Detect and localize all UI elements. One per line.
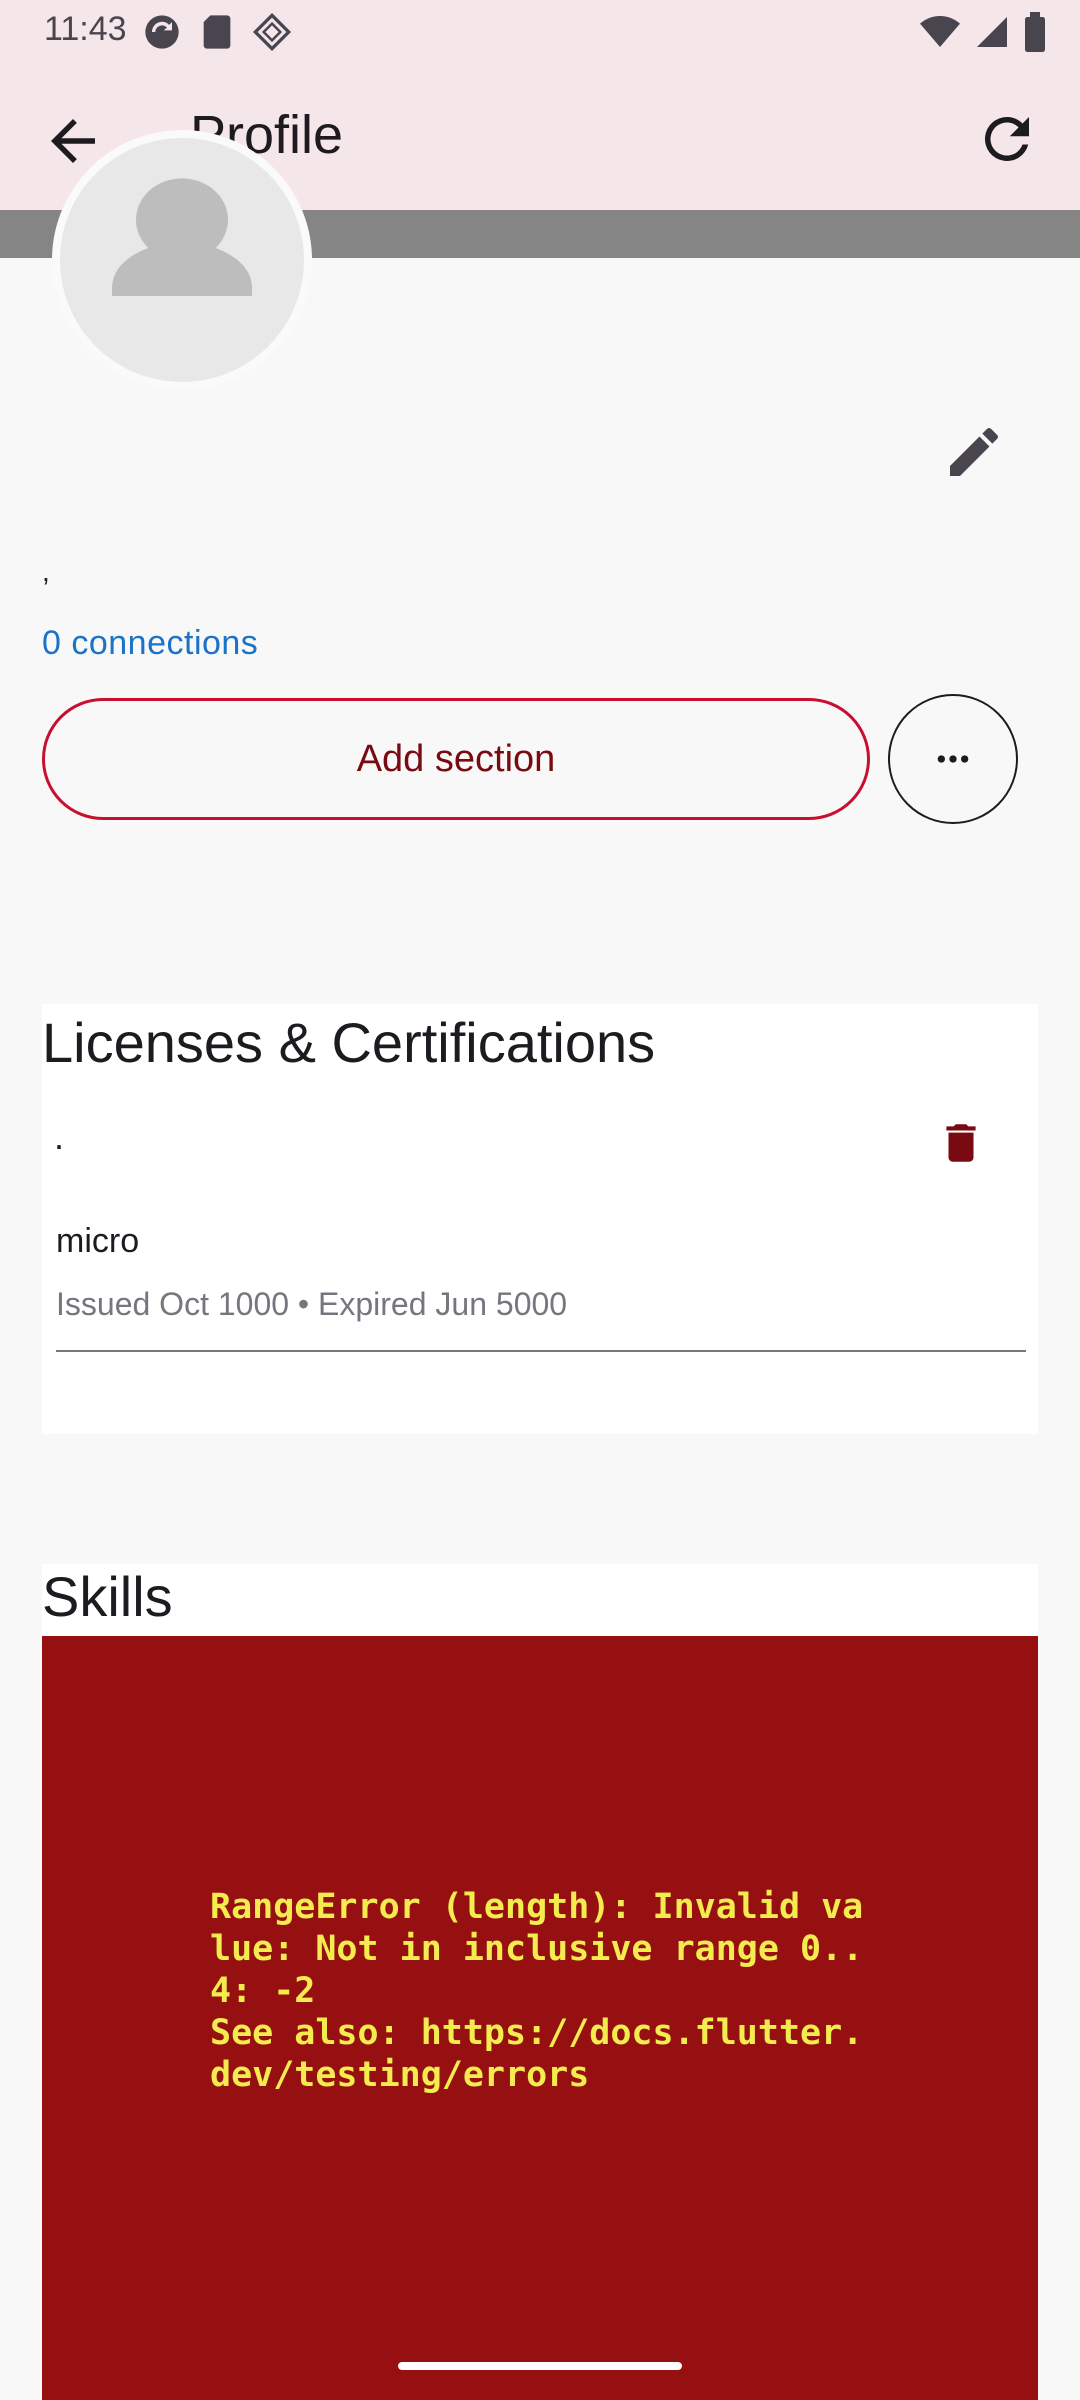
home-indicator[interactable] xyxy=(398,2362,682,2370)
person-icon xyxy=(112,178,252,296)
avatar[interactable] xyxy=(52,130,312,390)
more-horiz-icon xyxy=(937,755,969,763)
edit-profile-button[interactable] xyxy=(942,420,1006,484)
license-name: micro xyxy=(56,1222,140,1260)
trash-icon xyxy=(946,1124,976,1162)
license-title: . xyxy=(54,1116,65,1157)
sync-icon xyxy=(145,15,179,49)
refresh-button[interactable] xyxy=(974,106,1040,172)
add-section-button[interactable]: Add section xyxy=(42,698,870,820)
status-left-icons xyxy=(142,12,292,52)
status-time: 11:43 xyxy=(44,10,127,48)
connections-link[interactable]: 0 connections xyxy=(42,624,258,663)
divider xyxy=(56,1350,1026,1352)
sparkle-icon xyxy=(252,12,292,52)
delete-license-button[interactable] xyxy=(936,1118,986,1168)
more-options-button[interactable] xyxy=(888,694,1018,824)
license-dates: Issued Oct 1000 • Expired Jun 5000 xyxy=(56,1286,568,1322)
wifi-icon xyxy=(920,16,960,47)
skills-heading: Skills xyxy=(42,1565,173,1628)
status-right-icons xyxy=(920,12,1046,52)
refresh-icon xyxy=(984,116,1029,161)
error-widget: RangeError (length): Invalid value: Not … xyxy=(42,1636,1038,2400)
licenses-heading: Licenses & Certifications xyxy=(42,1011,656,1074)
battery-icon xyxy=(1025,12,1045,52)
status-bar: 11:43 xyxy=(0,0,1080,66)
licenses-card: Licenses & Certifications . micro Issued… xyxy=(42,1004,1038,1434)
signal-icon xyxy=(977,17,1007,47)
pencil-icon xyxy=(950,427,999,476)
skills-header: Skills xyxy=(42,1564,1038,1636)
profile-name-line: , xyxy=(42,556,50,587)
error-message: RangeError (length): Invalid value: Not … xyxy=(210,1887,864,2095)
sd-card-icon xyxy=(203,15,231,49)
